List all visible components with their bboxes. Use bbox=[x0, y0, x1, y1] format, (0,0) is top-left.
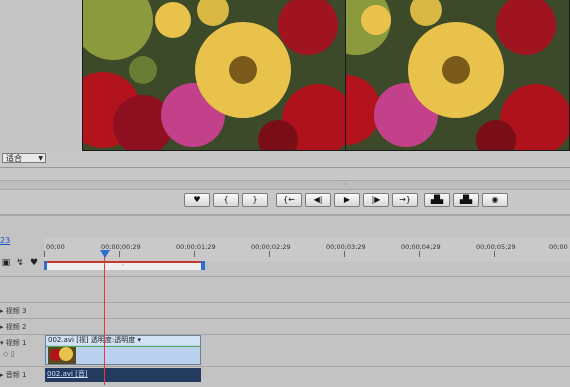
source-video-frame[interactable] bbox=[82, 0, 346, 151]
ruler-label: 00;00;02;29 bbox=[251, 243, 291, 251]
set-out-icon: } bbox=[252, 195, 258, 204]
playhead-handle[interactable] bbox=[100, 250, 110, 258]
work-area-bar[interactable]: ◦ bbox=[45, 261, 203, 270]
track-label: 视频 1 bbox=[5, 339, 27, 347]
ruler-label: 00;00;05;29 bbox=[476, 243, 516, 251]
track-divider bbox=[0, 366, 570, 367]
ruler-tick bbox=[119, 251, 120, 257]
video-clip[interactable]: 002.avi [视] 透明度:透明度 ▾ bbox=[45, 335, 201, 365]
set-out-point-button[interactable]: } bbox=[242, 193, 268, 207]
ruler-tick bbox=[269, 251, 270, 257]
step-back-button[interactable]: ◀| bbox=[305, 193, 331, 207]
track-header-video3[interactable]: ▸ 视频 3 bbox=[0, 306, 44, 316]
track-divider bbox=[0, 318, 570, 319]
clip-thumbnail bbox=[48, 346, 76, 364]
scrub-marker: ◦ bbox=[343, 181, 347, 188]
link-icon[interactable]: ↯ bbox=[15, 258, 25, 268]
extract-icon: ▟▙ bbox=[459, 195, 473, 204]
work-area-marker: ◦ bbox=[121, 262, 125, 269]
camera-icon: ◉ bbox=[491, 195, 499, 204]
ruler-tick bbox=[494, 251, 495, 257]
step-forward-icon: |▶ bbox=[371, 195, 381, 204]
marker-icon[interactable]: ♥ bbox=[29, 258, 39, 268]
chevron-down-icon: ▼ bbox=[38, 155, 43, 162]
go-to-in-icon: {← bbox=[283, 195, 295, 204]
set-in-icon: { bbox=[223, 195, 229, 204]
set-in-point-button[interactable]: { bbox=[213, 193, 239, 207]
work-area-start-handle[interactable] bbox=[44, 261, 47, 270]
timeline-timecode[interactable]: 23 bbox=[0, 236, 10, 245]
ruler-label: 00;00;01;29 bbox=[176, 243, 216, 251]
opacity-line[interactable] bbox=[46, 346, 200, 347]
track-label: 视频 2 bbox=[5, 323, 27, 331]
track-header-video1[interactable]: ▾ 视频 1 bbox=[0, 338, 44, 348]
monitor-scrub-bar[interactable]: ◦ bbox=[0, 180, 570, 190]
playhead-line[interactable] bbox=[104, 250, 105, 385]
ruler-label: 00;00 bbox=[46, 243, 65, 251]
audio-clip[interactable]: 002.avi [音] bbox=[45, 368, 201, 382]
add-marker-button[interactable]: ♥ bbox=[184, 193, 210, 207]
divider bbox=[0, 167, 570, 168]
ruler-tick bbox=[344, 251, 345, 257]
lift-icon: ▟▙ bbox=[430, 195, 444, 204]
clip-label: 002.avi [视] 透明度:透明度 ▾ bbox=[46, 336, 200, 345]
track-header-video2[interactable]: ▸ 视频 2 bbox=[0, 322, 44, 332]
work-area-end-handle[interactable] bbox=[201, 261, 205, 270]
extract-button[interactable]: ▟▙ bbox=[453, 193, 479, 207]
track-divider bbox=[0, 276, 570, 277]
ruler-label: 00;00 bbox=[549, 243, 568, 251]
lift-button[interactable]: ▟▙ bbox=[424, 193, 450, 207]
go-to-out-icon: →} bbox=[399, 195, 411, 204]
play-icon: ▶ bbox=[343, 195, 351, 204]
track-label: 音频 1 bbox=[5, 371, 27, 379]
track-label: 视频 3 bbox=[5, 307, 27, 315]
clip-label: 002.avi [音] bbox=[47, 370, 88, 378]
step-forward-button[interactable]: |▶ bbox=[363, 193, 389, 207]
ruler-tick bbox=[419, 251, 420, 257]
step-back-icon: ◀| bbox=[313, 195, 323, 204]
ruler-label: 00;00;03;29 bbox=[326, 243, 366, 251]
time-ruler[interactable]: 00;00 00;00;00;29 00;00;01;29 00;00;02;2… bbox=[44, 238, 570, 262]
track-header-audio1[interactable]: ▸ 音频 1 bbox=[0, 370, 44, 380]
zoom-dropdown-value: 适合 bbox=[6, 154, 22, 163]
program-video-frame[interactable] bbox=[345, 0, 570, 151]
play-button[interactable]: ▶ bbox=[334, 193, 360, 207]
ruler-tick bbox=[194, 251, 195, 257]
ruler-tick bbox=[44, 251, 45, 257]
ruler-label: 00;00;04;29 bbox=[401, 243, 441, 251]
go-to-out-button[interactable]: →} bbox=[392, 193, 418, 207]
marker-icon: ♥ bbox=[193, 195, 201, 204]
export-frame-button[interactable]: ◉ bbox=[482, 193, 508, 207]
go-to-in-button[interactable]: {← bbox=[276, 193, 302, 207]
keyframe-icon[interactable]: ◇ ▯ bbox=[3, 350, 14, 358]
track-divider bbox=[0, 302, 570, 303]
program-monitor bbox=[0, 0, 570, 152]
zoom-dropdown[interactable]: 适合 ▼ bbox=[2, 153, 46, 163]
snap-icon[interactable]: ▣ bbox=[1, 258, 11, 268]
